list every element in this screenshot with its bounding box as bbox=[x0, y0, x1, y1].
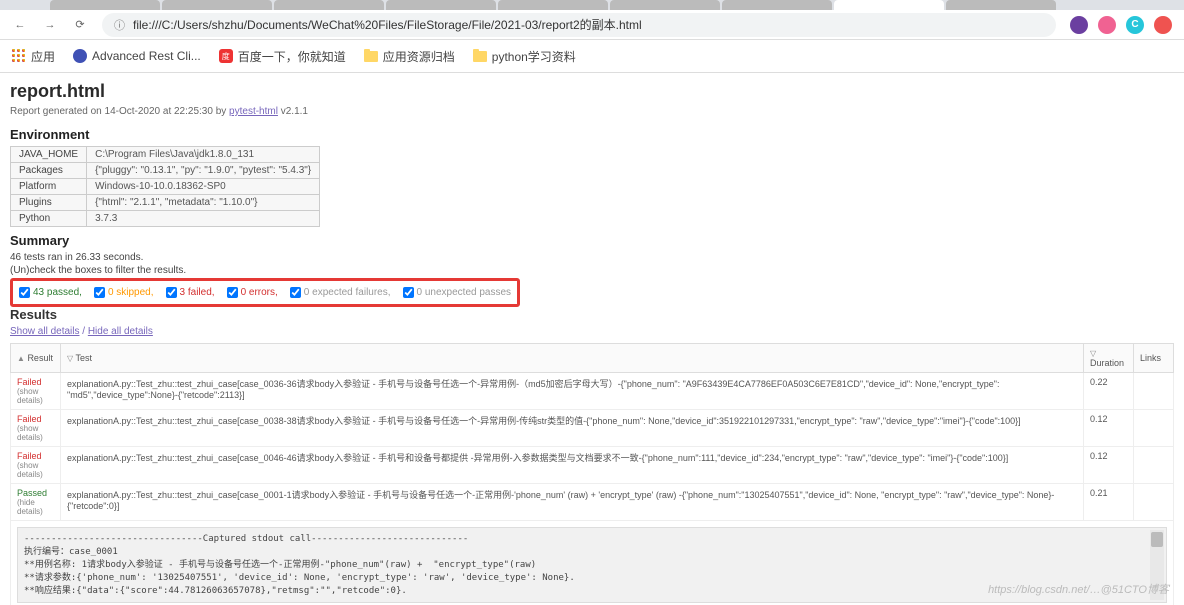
filter-skipped[interactable]: 0 skipped, bbox=[94, 287, 154, 298]
checkbox-xpass[interactable] bbox=[403, 287, 414, 298]
hide-all-link[interactable]: Hide all details bbox=[88, 326, 153, 337]
checkbox-passed[interactable] bbox=[19, 287, 30, 298]
summary-time: 46 tests ran in 26.33 seconds. bbox=[10, 252, 1174, 263]
url-bar[interactable]: ⓘ file:///C:/Users/shzhu/Documents/WeCha… bbox=[102, 13, 1056, 37]
duration-cell: 0.21 bbox=[1084, 484, 1134, 521]
toggle-detail-link[interactable]: (hide details) bbox=[17, 498, 54, 516]
extension-icons: C bbox=[1070, 16, 1172, 34]
bookmark-label: 应用 bbox=[31, 48, 55, 65]
page-title: report.html bbox=[10, 81, 1174, 102]
generated-info: Report generated on 14-Oct-2020 at 22:25… bbox=[10, 106, 1174, 117]
filter-note: (Un)check the boxes to filter the result… bbox=[10, 265, 1174, 276]
filter-errors[interactable]: 0 errors, bbox=[227, 287, 278, 298]
bookmark-python[interactable]: python学习资料 bbox=[473, 48, 576, 65]
checkbox-failed[interactable] bbox=[166, 287, 177, 298]
test-cell: explanationA.py::Test_zhu::test_zhui_cas… bbox=[61, 484, 1084, 521]
filter-row: 43 passed, 0 skipped, 3 failed, 0 errors… bbox=[10, 278, 520, 307]
toggle-detail-link[interactable]: (show details) bbox=[17, 387, 54, 405]
col-links[interactable]: Links bbox=[1134, 344, 1174, 373]
toggle-detail-link[interactable]: (show details) bbox=[17, 424, 54, 442]
browser-tab-strip bbox=[0, 0, 1184, 10]
toggle-detail-link[interactable]: (show details) bbox=[17, 461, 54, 479]
summary-heading: Summary bbox=[10, 233, 1174, 248]
duration-cell: 0.12 bbox=[1084, 447, 1134, 484]
test-cell: explanationA.py::Test_zhu::test_zhui_cas… bbox=[61, 410, 1084, 447]
bookmark-label: 百度一下，你就知道 bbox=[238, 48, 346, 65]
duration-cell: 0.22 bbox=[1084, 373, 1134, 410]
bookmark-baidu[interactable]: 度 百度一下，你就知道 bbox=[219, 48, 346, 65]
table-row: Failed(show details)explanationA.py::Tes… bbox=[11, 373, 1174, 410]
col-duration[interactable]: ▽ Duration bbox=[1084, 344, 1134, 373]
checkbox-errors[interactable] bbox=[227, 287, 238, 298]
links-cell bbox=[1134, 484, 1174, 521]
extension-icon[interactable]: C bbox=[1126, 16, 1144, 34]
table-row: Passed(hide details)explanationA.py::Tes… bbox=[11, 484, 1174, 521]
results-heading: Results bbox=[10, 307, 1174, 322]
forward-button[interactable]: → bbox=[42, 17, 58, 33]
table-row: Failed(show details)explanationA.py::Tes… bbox=[11, 410, 1174, 447]
report-content: report.html Report generated on 14-Oct-2… bbox=[0, 73, 1184, 605]
bookmark-label: python学习资料 bbox=[492, 48, 576, 65]
extension-icon[interactable] bbox=[1154, 16, 1172, 34]
extension-icon[interactable] bbox=[1098, 16, 1116, 34]
table-row: Failed(show details)explanationA.py::Tes… bbox=[11, 447, 1174, 484]
test-cell: explanationA.py::Test_zhu::test_zhui_cas… bbox=[61, 373, 1084, 410]
checkbox-xfail[interactable] bbox=[290, 287, 301, 298]
filter-failed[interactable]: 3 failed, bbox=[166, 287, 215, 298]
arc-icon bbox=[73, 49, 87, 63]
toggle-details-links: Show all details / Hide all details bbox=[10, 326, 1174, 337]
apps-shortcut[interactable]: 应用 bbox=[12, 48, 55, 65]
result-cell: Passed(hide details) bbox=[11, 484, 61, 521]
folder-icon bbox=[473, 51, 487, 62]
environment-table: JAVA_HOMEC:\Program Files\Java\jdk1.8.0_… bbox=[10, 146, 320, 227]
checkbox-skipped[interactable] bbox=[94, 287, 105, 298]
scrollbar[interactable] bbox=[1150, 530, 1164, 600]
address-bar: ← → ⟳ ⓘ file:///C:/Users/shzhu/Documents… bbox=[0, 10, 1184, 40]
apps-icon bbox=[12, 49, 26, 63]
links-cell bbox=[1134, 373, 1174, 410]
baidu-icon: 度 bbox=[219, 49, 233, 63]
bookmark-label: 应用资源归档 bbox=[383, 48, 455, 65]
duration-cell: 0.12 bbox=[1084, 410, 1134, 447]
back-button[interactable]: ← bbox=[12, 17, 28, 33]
bookmark-label: Advanced Rest Cli... bbox=[92, 49, 201, 63]
folder-icon bbox=[364, 51, 378, 62]
bookmark-res-archive[interactable]: 应用资源归档 bbox=[364, 48, 455, 65]
links-cell bbox=[1134, 447, 1174, 484]
generator-link[interactable]: pytest-html bbox=[229, 106, 278, 117]
environment-heading: Environment bbox=[10, 127, 1174, 142]
show-all-link[interactable]: Show all details bbox=[10, 326, 79, 337]
filter-passed[interactable]: 43 passed, bbox=[19, 287, 82, 298]
result-cell: Failed(show details) bbox=[11, 410, 61, 447]
captured-stdout: ---------------------------------Capture… bbox=[17, 527, 1167, 603]
table-header-row: ▲ Result ▽ Test ▽ Duration Links bbox=[11, 344, 1174, 373]
reload-button[interactable]: ⟳ bbox=[72, 17, 88, 33]
col-result[interactable]: ▲ Result bbox=[11, 344, 61, 373]
bookmark-arc[interactable]: Advanced Rest Cli... bbox=[73, 49, 201, 63]
result-cell: Failed(show details) bbox=[11, 373, 61, 410]
col-test[interactable]: ▽ Test bbox=[61, 344, 1084, 373]
stdout-row: ---------------------------------Capture… bbox=[11, 521, 1174, 605]
bookmarks-bar: 应用 Advanced Rest Cli... 度 百度一下，你就知道 应用资源… bbox=[0, 40, 1184, 73]
url-text: file:///C:/Users/shzhu/Documents/WeChat%… bbox=[133, 16, 642, 33]
extension-icon[interactable] bbox=[1070, 16, 1088, 34]
results-table: ▲ Result ▽ Test ▽ Duration Links Failed(… bbox=[10, 343, 1174, 605]
links-cell bbox=[1134, 410, 1174, 447]
test-cell: explanationA.py::Test_zhu::test_zhui_cas… bbox=[61, 447, 1084, 484]
filter-xpass[interactable]: 0 unexpected passes bbox=[403, 287, 512, 298]
filter-xfail[interactable]: 0 expected failures, bbox=[290, 287, 391, 298]
result-cell: Failed(show details) bbox=[11, 447, 61, 484]
secure-icon: ⓘ bbox=[114, 17, 125, 33]
